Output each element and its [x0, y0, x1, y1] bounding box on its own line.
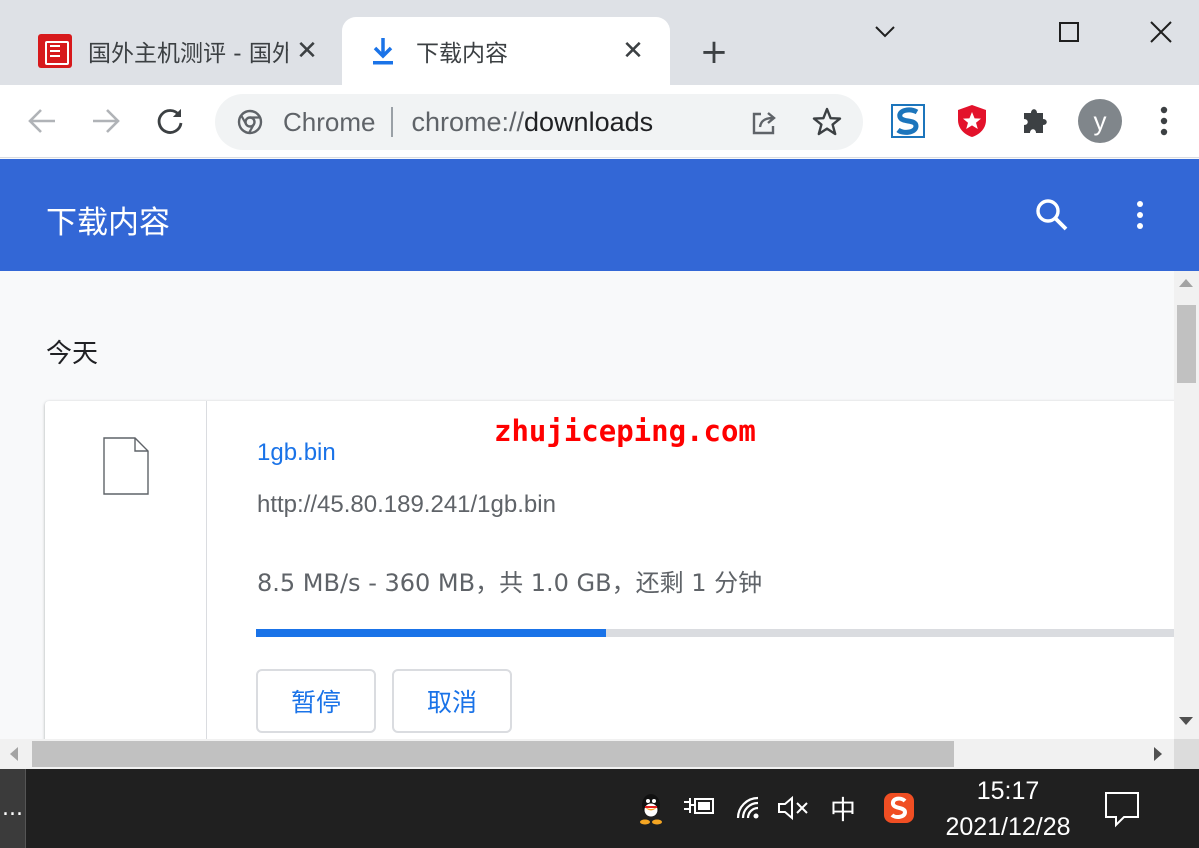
scroll-right-arrow-icon[interactable] — [1154, 747, 1162, 761]
taskbar-app-button[interactable]: ... — [0, 769, 26, 848]
date-section-label: 今天 — [46, 339, 99, 369]
address-bar[interactable]: Chrome chrome://downloads — [215, 94, 863, 150]
url-prefix: chrome:// — [411, 106, 525, 137]
file-icon — [103, 437, 149, 495]
site-favicon-icon — [38, 34, 72, 68]
omnibox-url[interactable]: chrome://downloads — [411, 107, 653, 138]
cancel-button[interactable]: 取消 — [392, 669, 512, 733]
wifi-icon[interactable] — [732, 791, 766, 825]
progress-fill — [256, 629, 606, 637]
scroll-left-arrow-icon[interactable] — [10, 747, 18, 761]
window-close-icon[interactable] — [1138, 12, 1184, 52]
notification-icon[interactable] — [1102, 789, 1142, 829]
qq-icon[interactable] — [634, 791, 668, 825]
download-status: 8.5 MB/s - 360 MB，共 1.0 GB，还剩 1 分钟 — [257, 569, 763, 597]
windows-taskbar: ... 中 15:17 2021/12/28 — [0, 769, 1199, 848]
clock-date: 2021/12/28 — [945, 813, 1071, 841]
download-item: 1gb.bin http://45.80.189.241/1gb.bin 8.5… — [45, 401, 1174, 739]
share-icon[interactable] — [749, 108, 779, 138]
more-options-icon[interactable] — [1128, 197, 1152, 233]
url-host: downloads — [524, 106, 654, 137]
page-title: 下载内容 — [46, 205, 170, 241]
vertical-scrollbar[interactable] — [1174, 271, 1199, 739]
horizontal-scroll-thumb[interactable] — [32, 741, 954, 767]
reload-icon[interactable] — [150, 101, 190, 141]
chrome-logo-icon — [237, 109, 263, 135]
download-icon — [370, 36, 396, 66]
forward-arrow-icon[interactable] — [86, 101, 126, 141]
ime-indicator[interactable]: 中 — [826, 791, 860, 826]
puzzle-icon[interactable] — [1018, 103, 1054, 139]
omnibox-scheme-chip: Chrome — [283, 106, 376, 137]
tab-downloads[interactable]: 下载内容 ✕ — [342, 17, 670, 85]
scroll-down-arrow-icon[interactable] — [1179, 717, 1193, 725]
maximize-icon[interactable] — [1046, 12, 1092, 52]
file-name-link[interactable]: 1gb.bin — [257, 439, 336, 467]
system-clock[interactable]: 15:17 2021/12/28 — [938, 775, 1078, 847]
scrollbar-corner — [1174, 739, 1199, 769]
horizontal-scrollbar[interactable] — [0, 739, 1199, 769]
sogou-icon[interactable] — [882, 791, 916, 825]
clock-time: 15:17 — [976, 777, 1040, 805]
back-arrow-icon[interactable] — [22, 101, 62, 141]
menu-dots-icon[interactable] — [1148, 103, 1180, 139]
pause-button[interactable]: 暂停 — [256, 669, 376, 733]
search-icon[interactable] — [1034, 197, 1070, 233]
tab-title: 下载内容 — [416, 41, 508, 67]
omnibox-separator — [391, 107, 394, 137]
tab-search-chevron-down-icon[interactable] — [862, 12, 908, 52]
scroll-up-arrow-icon[interactable] — [1179, 279, 1193, 287]
tab-close-icon[interactable]: ✕ — [290, 34, 324, 68]
tab-close-icon[interactable]: ✕ — [616, 34, 650, 68]
vertical-scroll-thumb[interactable] — [1177, 305, 1196, 383]
new-tab-button[interactable]: + — [694, 32, 734, 72]
tab-zhujiceping[interactable]: 国外主机测评 - 国外 ✕ — [22, 17, 340, 85]
download-progress-bar — [256, 629, 1174, 637]
browser-toolbar: Chrome chrome://downloads y — [0, 85, 1199, 158]
watermark-text: zhujiceping.com — [494, 414, 756, 448]
star-icon[interactable] — [811, 106, 843, 138]
volume-muted-icon[interactable] — [776, 791, 810, 825]
download-icon-column — [45, 401, 207, 739]
power-plug-icon[interactable] — [682, 791, 716, 825]
tab-strip: 国外主机测评 - 国外 ✕ 下载内容 ✕ + — [0, 0, 1199, 85]
profile-avatar[interactable]: y — [1078, 99, 1122, 143]
shield-extension-icon[interactable] — [954, 103, 990, 139]
tab-title: 国外主机测评 - 国外 — [88, 41, 288, 67]
file-source-url[interactable]: http://45.80.189.241/1gb.bin — [257, 491, 556, 519]
downloads-list: 今天 1gb.bin http://45.80.189.241/1gb.bin … — [0, 271, 1174, 739]
s-extension-icon[interactable] — [890, 103, 926, 139]
downloads-header: 下载内容 — [0, 159, 1199, 271]
